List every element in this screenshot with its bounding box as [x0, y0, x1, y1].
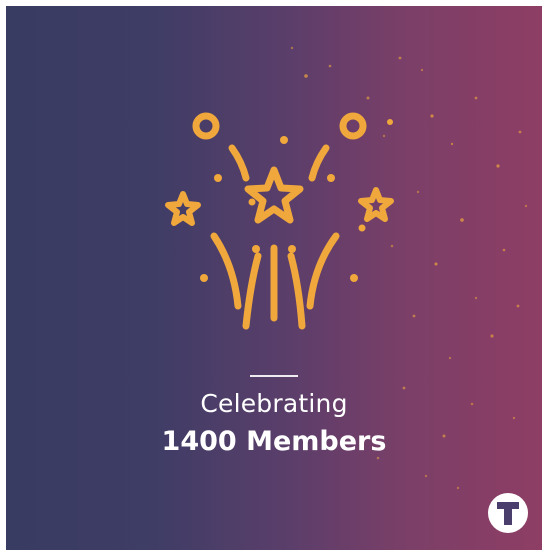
t-logo-icon — [497, 502, 519, 525]
fireworks-icon — [165, 112, 394, 330]
member-count-text: 1400 Members — [161, 426, 387, 457]
celebration-card: Celebrating 1400 Members — [6, 6, 542, 550]
celebrating-text: Celebrating — [200, 389, 348, 418]
brand-logo — [488, 493, 528, 533]
divider-line — [250, 375, 298, 377]
